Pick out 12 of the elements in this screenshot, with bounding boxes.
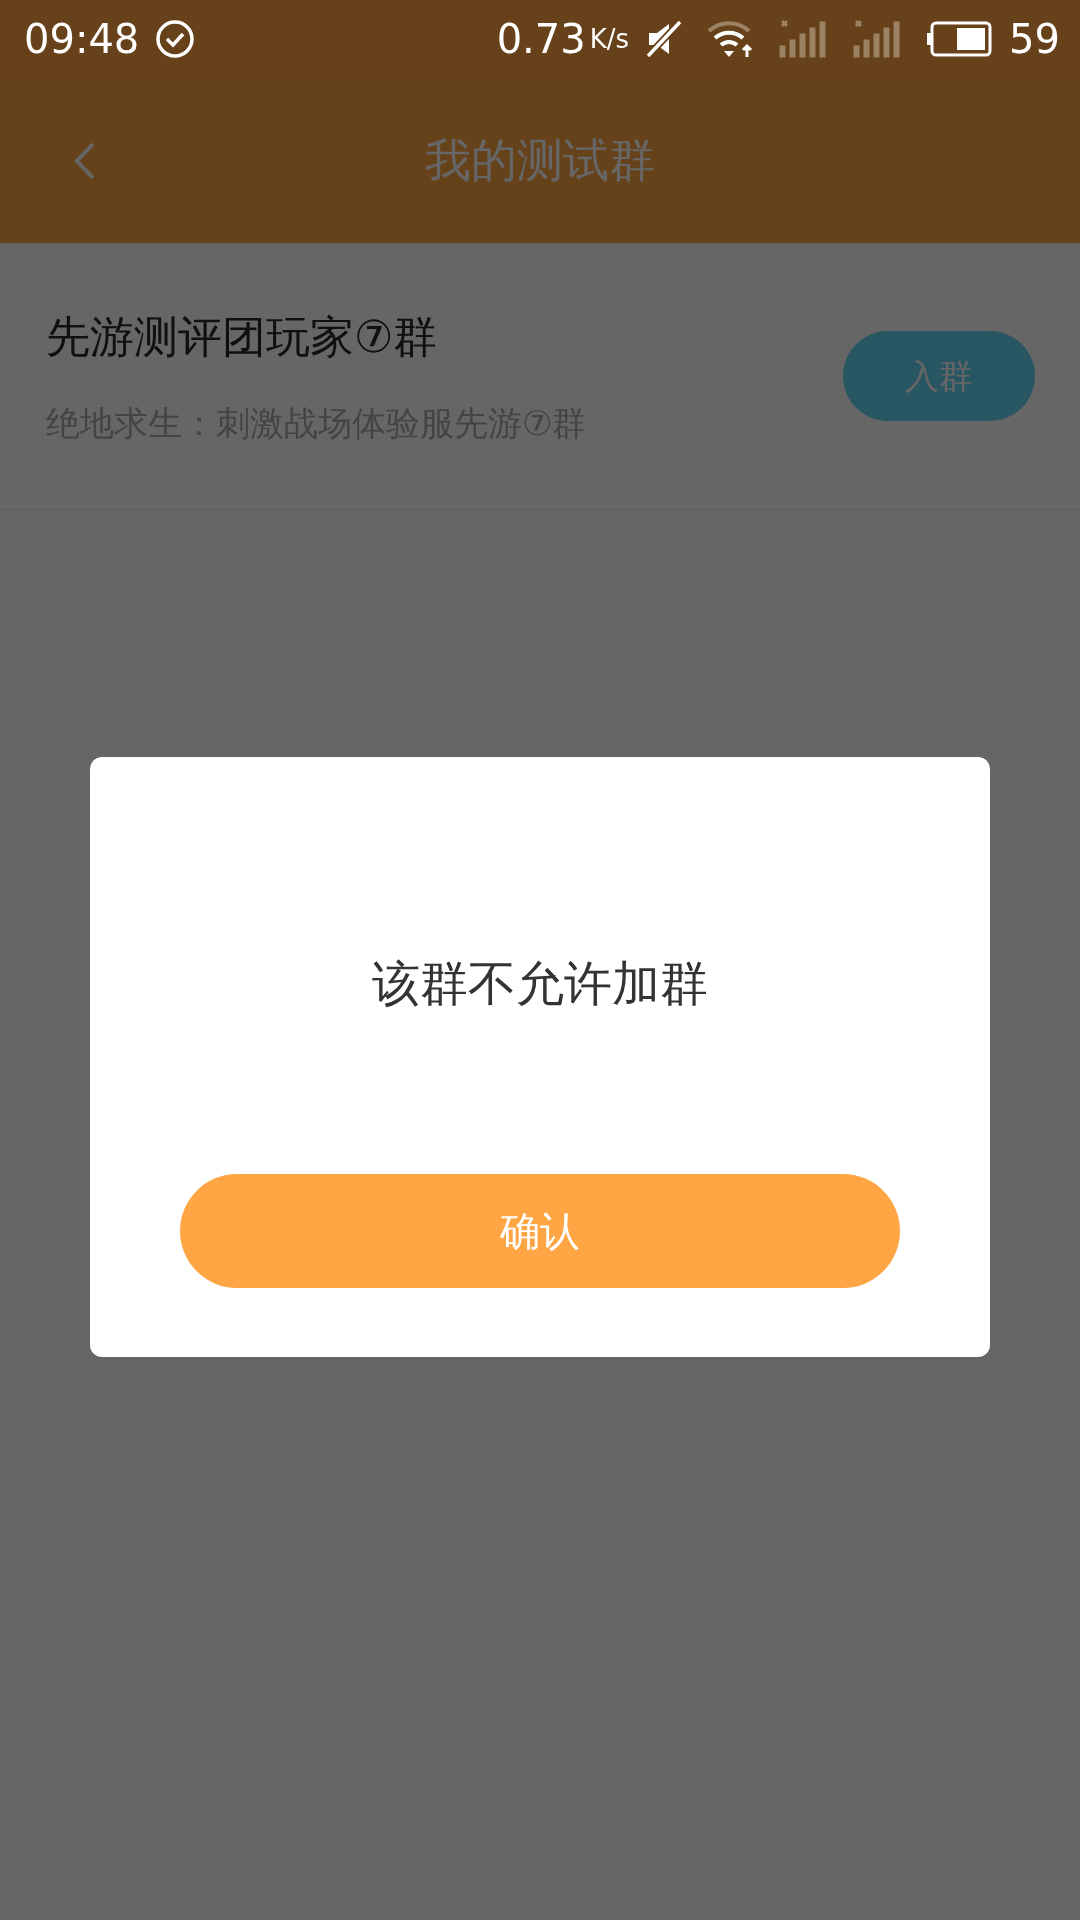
page-title: 我的测试群: [425, 132, 655, 189]
network-speed: 0.73: [496, 15, 586, 64]
confirm-button[interactable]: 确认: [180, 1174, 900, 1288]
battery-icon: [927, 21, 994, 57]
status-time: 09:48: [24, 15, 140, 64]
dialog-message: 该群不允许加群: [372, 954, 708, 1013]
mute-icon: [645, 19, 684, 59]
speed-unit: K/s: [589, 22, 630, 56]
battery-level: 59: [1009, 15, 1060, 64]
back-icon[interactable]: [73, 140, 97, 181]
check-circle-icon: [155, 19, 196, 59]
group-name: 先游测评团玩家⑦群: [46, 309, 439, 364]
